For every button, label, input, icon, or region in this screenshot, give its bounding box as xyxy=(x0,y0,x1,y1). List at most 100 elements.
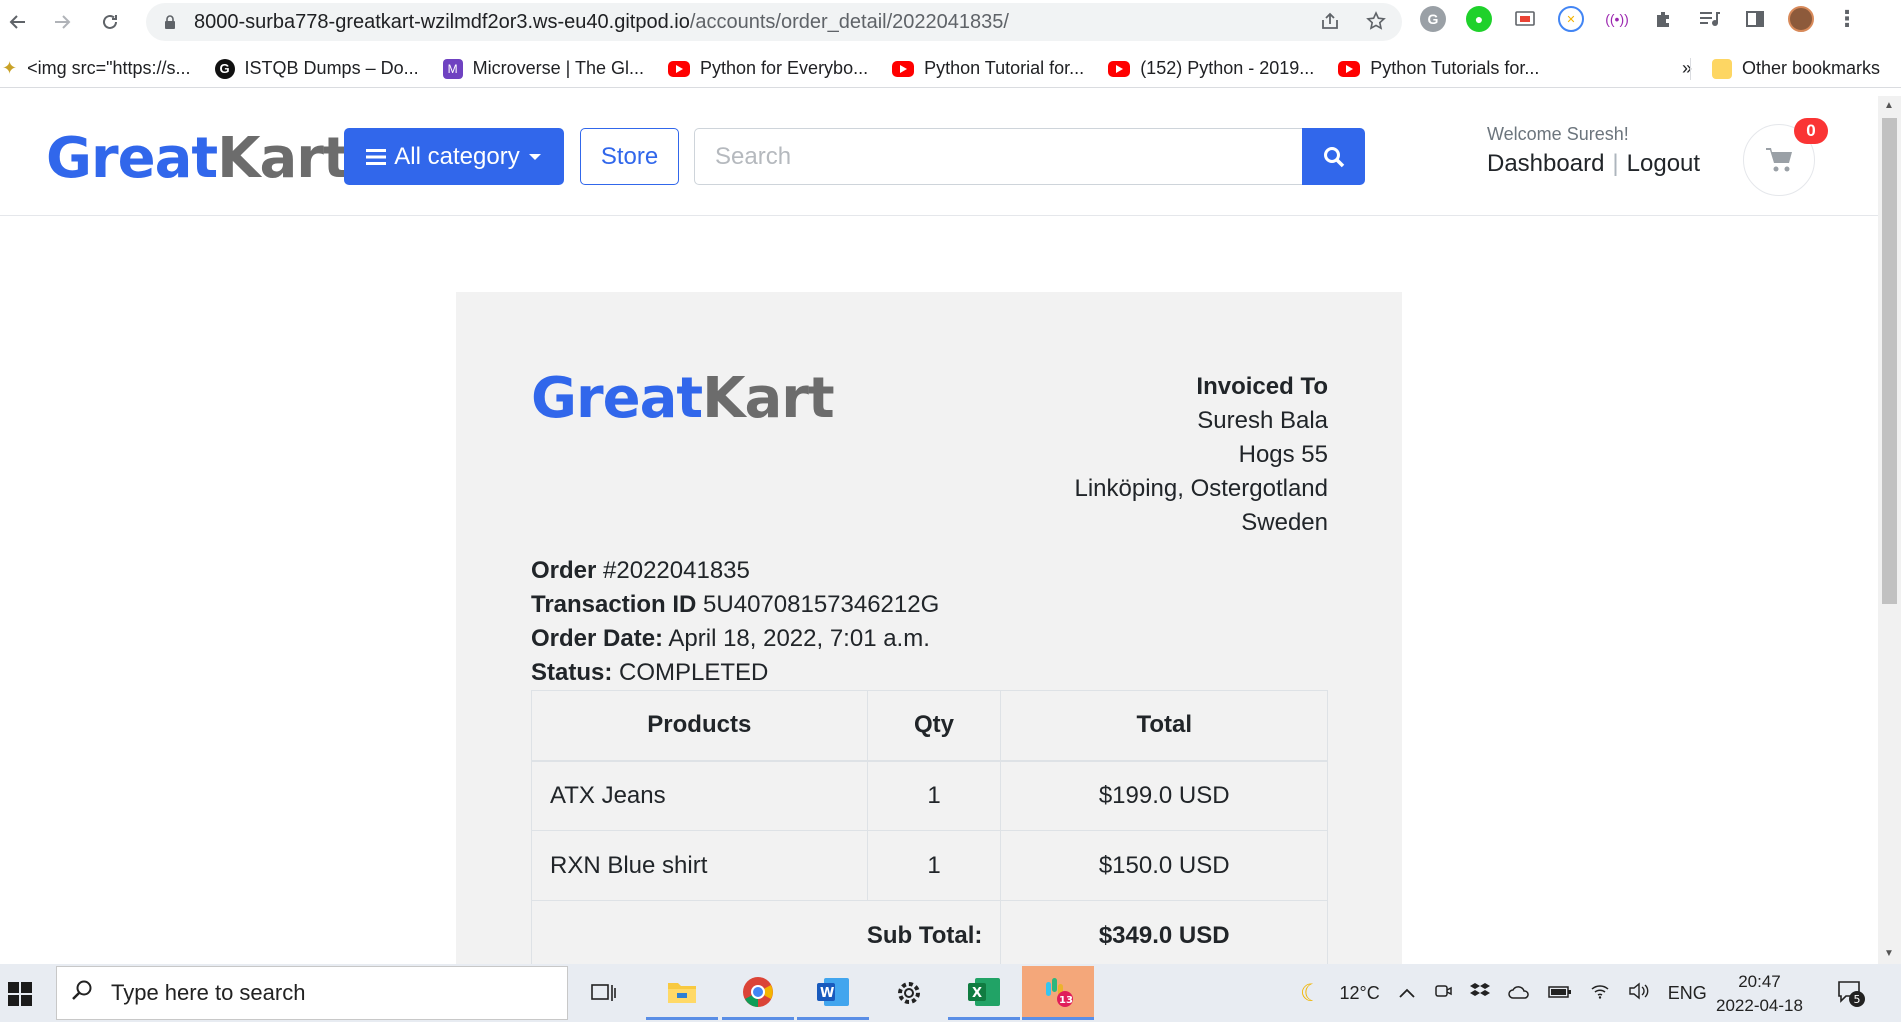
notification-count: 5 xyxy=(1854,993,1861,1006)
svg-text:X: X xyxy=(972,986,982,1001)
share-icon[interactable] xyxy=(1320,11,1340,37)
wifi-icon[interactable] xyxy=(1590,983,1610,1004)
welcome-text: Welcome Suresh! xyxy=(1487,124,1629,144)
taskbar-search-box[interactable]: Type here to search xyxy=(56,966,568,1020)
column-header-total: Total xyxy=(1000,690,1328,762)
broadcast-extension-icon[interactable]: ((•)) xyxy=(1604,6,1630,32)
chevron-up-icon[interactable] xyxy=(1398,983,1416,1004)
bookmark-item[interactable]: Python for Everybo... xyxy=(668,58,868,79)
media-playlist-icon[interactable] xyxy=(1696,6,1722,32)
g-circle-icon: G xyxy=(214,58,235,79)
transaction-row: Transaction ID 5U407081573462​12G xyxy=(531,588,939,622)
cast-extension-icon[interactable] xyxy=(1512,6,1538,32)
transaction-label: Transaction ID xyxy=(531,591,697,618)
chrome-icon[interactable] xyxy=(722,966,794,1020)
scroll-up-arrow-icon[interactable]: ▲ xyxy=(1884,100,1894,111)
moon-weather-icon[interactable]: ☾ xyxy=(1300,979,1322,1008)
site-logo[interactable]: GreatKart xyxy=(46,126,350,191)
bookmark-item[interactable]: Python Tutorials for... xyxy=(1338,58,1539,79)
microverse-icon: M xyxy=(442,58,463,79)
youtube-icon xyxy=(1108,60,1131,77)
folder-icon xyxy=(1712,58,1732,79)
bookmark-item[interactable]: ✦ <img src="https://s... xyxy=(2,58,191,79)
lock-icon[interactable] xyxy=(164,15,176,29)
address-bar[interactable]: 8000-surba778-greatkart-wzilmdf2or3.ws-e… xyxy=(146,3,1402,41)
order-date-row: Order Date: April 18, 2022, 7:01 a.m. xyxy=(531,622,939,656)
excel-icon[interactable]: X xyxy=(948,966,1020,1020)
table-header-row: Products Qty Total xyxy=(531,690,1328,762)
settings-gear-icon[interactable] xyxy=(873,966,945,1020)
page-scrollbar[interactable]: ▲ ▼ xyxy=(1878,96,1901,964)
invoice-card: GreatKart Invoiced To Suresh Bala Hogs 5… xyxy=(456,292,1402,964)
bookmark-item[interactable]: M Microverse | The Gl... xyxy=(442,58,644,79)
address-line-2: Linköping, Ostergotland xyxy=(1074,475,1329,502)
column-header-products: Products xyxy=(531,690,868,762)
bookmark-label: (152) Python - 2019... xyxy=(1140,58,1315,78)
battery-icon[interactable] xyxy=(1547,983,1572,1004)
notification-center-icon[interactable]: 5 xyxy=(1836,978,1866,1008)
taskbar-search-placeholder: Type here to search xyxy=(111,980,306,1005)
logout-link[interactable]: Logout xyxy=(1627,150,1700,178)
bookmark-item[interactable]: (152) Python - 2019... xyxy=(1108,58,1314,79)
meet-icon[interactable] xyxy=(1434,982,1452,1005)
bookmark-item[interactable]: Python Tutorial for... xyxy=(892,58,1084,79)
dropbox-icon[interactable] xyxy=(1469,982,1490,1005)
scrollbar-thumb[interactable] xyxy=(1882,118,1897,604)
order-number: #2022041835 xyxy=(603,557,750,584)
search-button[interactable] xyxy=(1302,128,1365,185)
puzzle-extensions-icon[interactable] xyxy=(1650,6,1676,32)
search-icon xyxy=(1323,146,1344,167)
site-header: GreatKart All category Store Welcome Sur… xyxy=(0,96,1878,216)
clock-time: 20:47 xyxy=(1738,972,1781,991)
weather-temp[interactable]: 12°C xyxy=(1340,983,1380,1004)
bookmark-divider xyxy=(1690,58,1691,80)
product-name: ATX Jeans xyxy=(531,760,868,831)
shopping-cart-icon xyxy=(1766,148,1792,172)
invoiced-to-heading: Invoiced To xyxy=(1196,373,1328,400)
subtotal-row: Sub Total: $349.0 USD xyxy=(530,900,1328,964)
speed-extension-icon[interactable]: ✕ xyxy=(1558,6,1584,32)
word-icon[interactable]: W xyxy=(797,966,869,1020)
windows-start-icon[interactable] xyxy=(8,982,32,1006)
store-button[interactable]: Store xyxy=(580,128,679,185)
link-separator: | xyxy=(1612,150,1619,177)
column-header-qty: Qty xyxy=(866,690,1002,762)
product-total: $150.0 USD xyxy=(1000,830,1328,901)
subtotal-value: $349.0 USD xyxy=(1000,900,1328,964)
scroll-down-arrow-icon[interactable]: ▼ xyxy=(1884,948,1894,959)
task-view-icon[interactable] xyxy=(568,966,640,1020)
order-date-label: Order Date: xyxy=(531,625,664,652)
file-explorer-icon[interactable] xyxy=(646,966,718,1020)
back-arrow-icon[interactable] xyxy=(0,4,36,40)
bookmark-label: Microverse | The Gl... xyxy=(472,58,644,78)
url-text[interactable]: 8000-surba778-greatkart-wzilmdf2or3.ws-e… xyxy=(194,11,1009,34)
side-panel-icon[interactable] xyxy=(1742,6,1768,32)
taskbar-clock[interactable]: 20:47 2022-04-18 xyxy=(1716,970,1803,1018)
language-indicator[interactable]: ENG xyxy=(1668,983,1707,1004)
reload-icon[interactable] xyxy=(92,4,128,40)
bookmark-label: Python for Everybo... xyxy=(700,58,869,78)
dashboard-link[interactable]: Dashboard xyxy=(1487,150,1604,178)
bookmark-item[interactable]: G ISTQB Dumps – Do... xyxy=(214,58,419,79)
url-host: 8000-surba778-greatkart-wzilmdf2or3.ws-e… xyxy=(194,10,690,33)
green-extension-icon[interactable]: ● xyxy=(1466,6,1492,32)
search-input[interactable] xyxy=(694,128,1304,185)
grammarly-extension-icon[interactable]: G xyxy=(1420,6,1446,32)
all-category-dropdown[interactable]: All category xyxy=(344,128,564,185)
order-info: Order #2022041835 Transaction ID 5U40708… xyxy=(531,554,939,690)
youtube-icon xyxy=(668,60,690,77)
slack-icon[interactable]: 13 xyxy=(1022,966,1094,1020)
profile-avatar[interactable] xyxy=(1788,6,1814,32)
url-path: /accounts/order_detail/2022041835/ xyxy=(689,10,1009,33)
forward-arrow-icon[interactable] xyxy=(44,4,80,40)
onedrive-cloud-icon[interactable] xyxy=(1507,983,1530,1004)
other-bookmarks-folder[interactable]: Other bookmarks xyxy=(1712,58,1880,79)
logo-part-kart: Kart xyxy=(217,126,350,191)
bookmark-star-icon[interactable] xyxy=(1366,11,1386,37)
volume-icon[interactable] xyxy=(1628,982,1650,1005)
kebab-menu-icon[interactable]: ⋮ xyxy=(1834,6,1860,32)
product-qty: 1 xyxy=(866,760,1002,831)
invoice-logo-kart: Kart xyxy=(702,366,835,431)
order-date: April 18, 2022, 7:01 a.m. xyxy=(668,625,930,652)
slack-badge-count: 13 xyxy=(1059,995,1073,1006)
